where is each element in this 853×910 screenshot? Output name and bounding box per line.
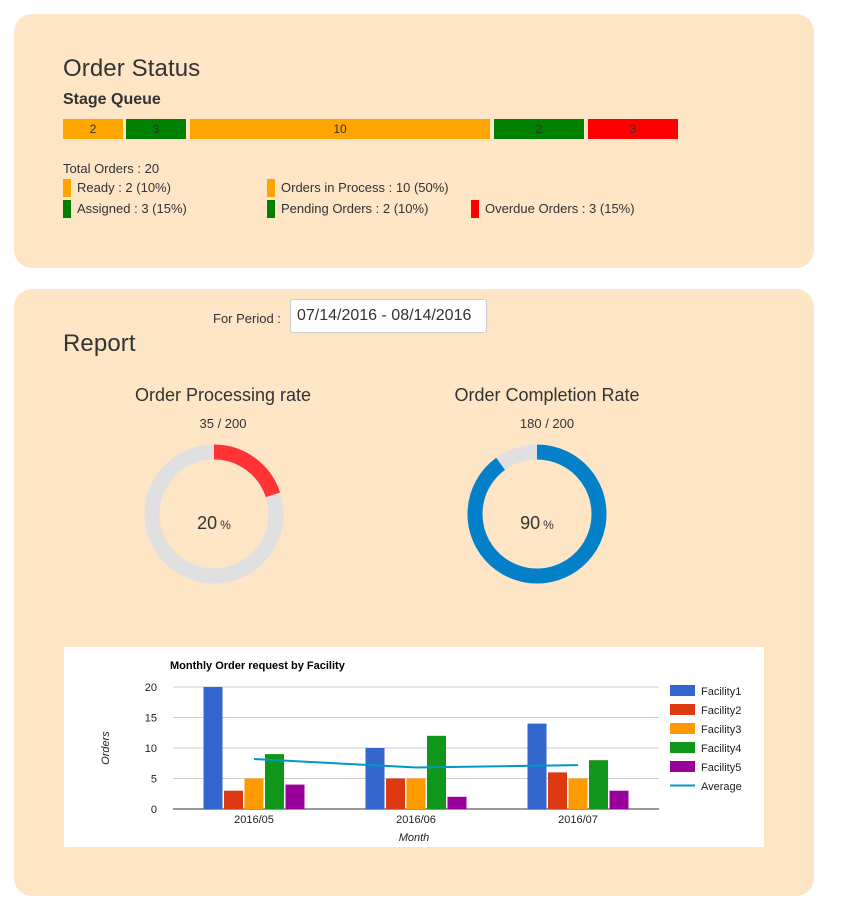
bar-facility2	[548, 772, 567, 809]
bar-facility4	[589, 760, 608, 809]
processing-rate-percent-value: 20	[197, 513, 218, 533]
x-tick-label: 2016/07	[558, 814, 598, 826]
legend-label-average: Average	[701, 781, 742, 793]
legend-swatch-facility2	[670, 704, 695, 715]
legend-ready-label: Ready : 2 (10%)	[77, 180, 171, 195]
report-title: Report	[63, 330, 136, 357]
legend-in-process-swatch	[267, 179, 275, 197]
legend-assigned-swatch	[63, 200, 71, 218]
processing-rate-arc	[213, 444, 281, 498]
bar-facility3	[406, 778, 426, 809]
facility-chart-svg: Monthly Order request by Facility 0 5 10 15 2…	[100, 660, 742, 844]
processing-rate-ratio: 35 / 200	[199, 416, 247, 431]
x-tick-label: 2016/06	[396, 814, 436, 826]
bar-facility2	[224, 790, 243, 809]
stage-segment-ready[interactable]: 2	[63, 119, 123, 139]
processing-rate-percent: 20%	[144, 513, 284, 534]
legend-overdue-swatch	[471, 200, 479, 218]
chart-title: Monthly Order request by Facility	[170, 660, 346, 672]
completion-rate-percent: 90%	[467, 513, 607, 534]
bar-facility1	[365, 748, 385, 809]
x-axis-label: Month	[399, 832, 430, 844]
bar-facility4	[265, 754, 284, 809]
y-tick-label: 10	[145, 743, 157, 755]
completion-rate-percent-value: 90	[520, 513, 541, 533]
y-axis-label: Orders	[100, 731, 112, 765]
legend-assigned-label: Assigned : 3 (15%)	[77, 201, 187, 216]
stage-queue-label: Stage Queue	[63, 91, 161, 108]
legend-label-facility5: Facility5	[701, 762, 741, 774]
bar-facility3	[568, 778, 588, 809]
y-tick-label: 20	[145, 682, 157, 694]
y-tick-label: 5	[151, 774, 157, 786]
x-tick-label: 2016/05	[234, 814, 274, 826]
y-tick-label: 0	[151, 804, 157, 816]
legend-ready-swatch	[63, 179, 71, 197]
legend-in-process-label: Orders in Process : 10 (50%)	[281, 180, 449, 195]
order-status-panel: Order Status Stage Queue 2 3 10 2 3 Tota…	[14, 14, 814, 268]
bar-facility5	[609, 790, 629, 809]
total-orders: Total Orders : 20	[63, 161, 160, 176]
legend-swatch-facility1	[670, 685, 695, 696]
bar-facility1	[203, 687, 223, 809]
legend-label-facility1: Facility1	[701, 686, 741, 698]
bar-facility5	[447, 796, 467, 809]
report-panel: For Period : 07/14/2016 - 08/14/2016 Rep…	[14, 289, 814, 896]
processing-rate-title: Order Processing rate	[134, 385, 312, 405]
completion-rate-ratio: 180 / 200	[519, 416, 575, 431]
y-tick-label: 15	[145, 713, 157, 725]
bar-facility4	[427, 735, 446, 809]
facility-chart: Monthly Order request by Facility 0 5 10 15 2…	[64, 647, 764, 847]
stage-segment-pending[interactable]: 2	[494, 119, 584, 139]
completion-rate-title: Order Completion Rate	[454, 385, 640, 405]
legend-swatch-facility5	[670, 761, 695, 772]
legend-swatch-facility4	[670, 742, 695, 753]
bar-facility3	[244, 778, 264, 809]
legend-label-facility2: Facility2	[701, 705, 741, 717]
bar-facility2	[386, 778, 405, 809]
stage-segment-overdue[interactable]: 3	[588, 119, 678, 139]
stage-segment-in-process[interactable]: 10	[190, 119, 490, 139]
processing-rate-percent-sign: %	[220, 518, 231, 532]
period-date-range-input[interactable]: 07/14/2016 - 08/14/2016	[290, 299, 487, 333]
period-label: For Period :	[213, 311, 281, 326]
legend-overdue-label: Overdue Orders : 3 (15%)	[485, 201, 635, 216]
completion-rate-percent-sign: %	[543, 518, 554, 532]
stage-segment-assigned[interactable]: 3	[126, 119, 186, 139]
legend-label-facility4: Facility4	[701, 743, 741, 755]
legend-pending-swatch	[267, 200, 275, 218]
order-status-title: Order Status	[63, 55, 201, 82]
legend-label-facility3: Facility3	[701, 724, 741, 736]
legend-swatch-facility3	[670, 723, 695, 734]
bar-facility5	[285, 784, 305, 809]
legend-pending-label: Pending Orders : 2 (10%)	[281, 201, 429, 216]
